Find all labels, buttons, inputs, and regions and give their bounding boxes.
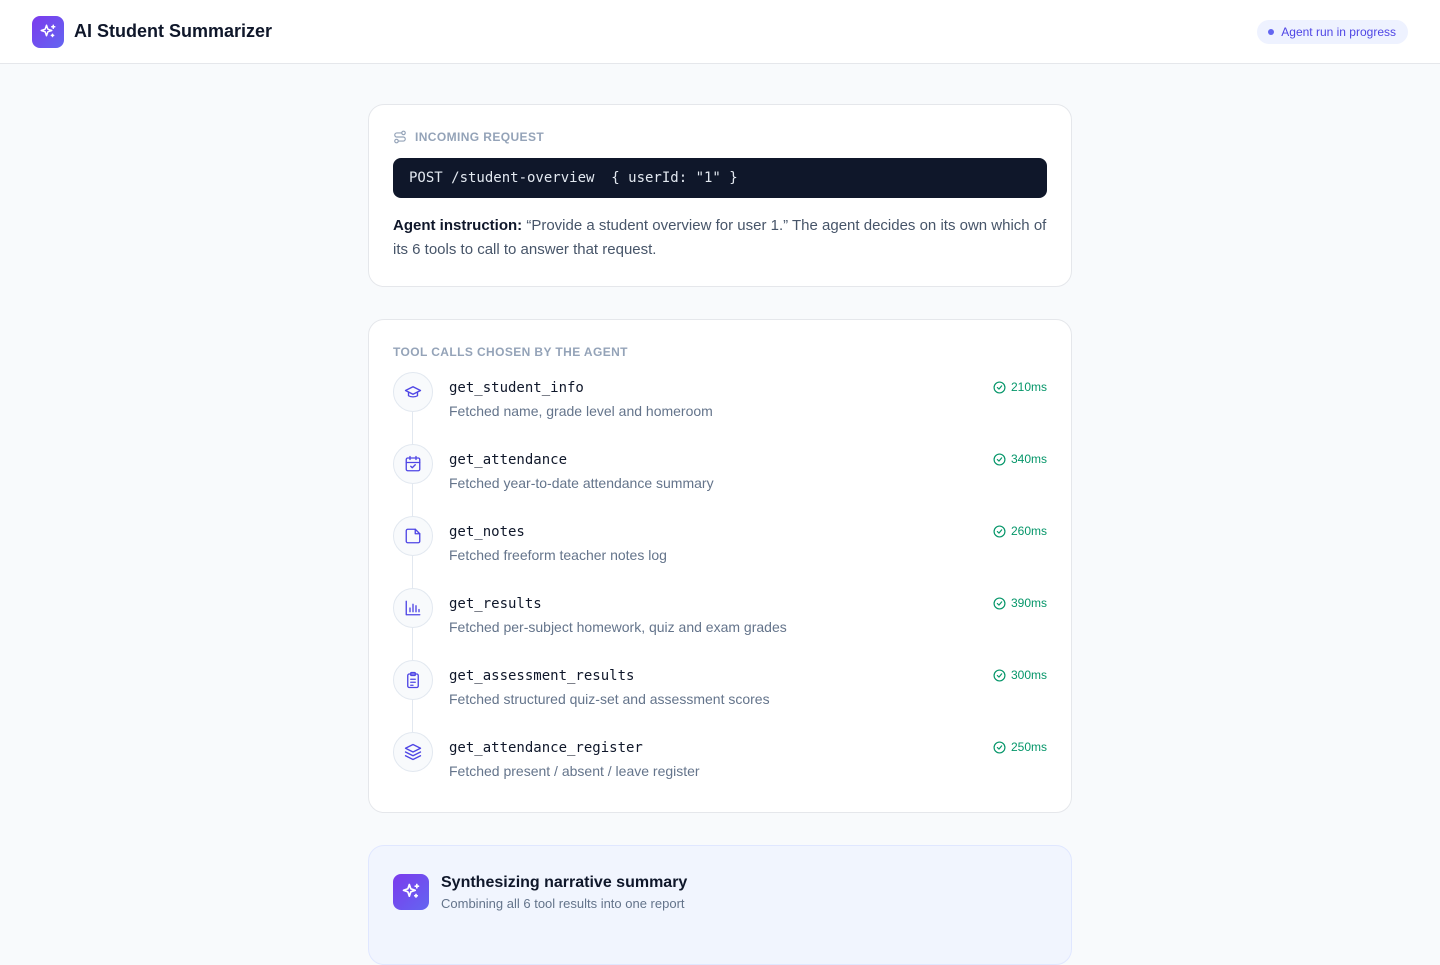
tool-name: get_attendance (449, 452, 568, 468)
agent-instruction: Agent instruction: “Provide a student ov… (393, 217, 1047, 258)
tool-description: Fetched structured quiz-set and assessme… (449, 691, 770, 707)
tool-description: Fetched present / absent / leave registe… (449, 763, 700, 779)
tool-description: Fetched freeform teacher notes log (449, 547, 667, 563)
app-title: AI Student Summarizer (74, 21, 273, 41)
clipboard-list-icon (393, 660, 433, 700)
tool-call-item: get_results Fetched per-subject homework… (393, 588, 1047, 660)
tool-duration: 210ms (993, 380, 1047, 394)
check-circle-icon (993, 452, 1006, 466)
tool-name: get_assessment_results (449, 668, 635, 684)
incoming-request-card: Incoming request POST /student-overview … (368, 104, 1072, 287)
sparkles-icon (393, 874, 429, 910)
request-code: POST /student-overview { userId: "1" } (393, 158, 1047, 198)
status-badge: Agent run in progress (1257, 19, 1408, 44)
graduation-cap-icon (393, 372, 433, 412)
tool-call-item: get_assessment_results Fetched structure… (393, 660, 1047, 732)
synthesis-card: Synthesizing narrative summary Combining… (368, 845, 1072, 965)
incoming-request-label: Incoming request (393, 129, 1047, 145)
check-circle-icon (993, 380, 1006, 394)
tool-duration: 260ms (993, 524, 1047, 538)
tool-duration: 300ms (993, 668, 1047, 682)
check-circle-icon (993, 668, 1006, 682)
synthesis-subtitle: Combining all 6 tool results into one re… (441, 896, 685, 911)
calendar-check-icon (393, 444, 433, 484)
tool-duration: 340ms (993, 452, 1047, 466)
top-bar: AI Student Summarizer Agent run in progr… (0, 0, 1440, 64)
sticky-note-icon (393, 516, 433, 556)
layers-icon (393, 732, 433, 772)
tool-name: get_attendance_register (449, 740, 643, 756)
check-circle-icon (993, 596, 1006, 610)
tool-duration: 390ms (993, 596, 1047, 610)
status-dot-icon (1268, 28, 1275, 35)
sparkles-icon (32, 15, 64, 48)
tool-calls-card: Tool calls chosen by the agent get_stude… (368, 319, 1072, 813)
tool-call-item: get_notes Fetched freeform teacher notes… (393, 516, 1047, 588)
tool-name: get_notes (449, 524, 525, 540)
check-circle-icon (993, 524, 1006, 538)
bar-chart-icon (393, 588, 433, 628)
check-circle-icon (993, 740, 1006, 754)
tool-duration: 250ms (993, 740, 1047, 754)
tool-description: Fetched per-subject homework, quiz and e… (449, 619, 787, 635)
tool-call-item: get_attendance Fetched year-to-date atte… (393, 444, 1047, 516)
tool-call-item: get_student_info Fetched name, grade lev… (393, 372, 1047, 444)
tool-description: Fetched year-to-date attendance summary (449, 475, 714, 491)
tool-call-list: get_student_info Fetched name, grade lev… (393, 372, 1047, 804)
tool-name: get_student_info (449, 380, 584, 396)
status-text: Agent run in progress (1281, 24, 1396, 39)
route-icon (393, 130, 407, 144)
tool-calls-label: Tool calls chosen by the agent (393, 345, 628, 359)
tool-description: Fetched name, grade level and homeroom (449, 403, 713, 419)
synthesis-title: Synthesizing narrative summary (441, 874, 688, 891)
tool-call-item: get_attendance_register Fetched present … (393, 732, 1047, 804)
tool-name: get_results (449, 596, 542, 612)
